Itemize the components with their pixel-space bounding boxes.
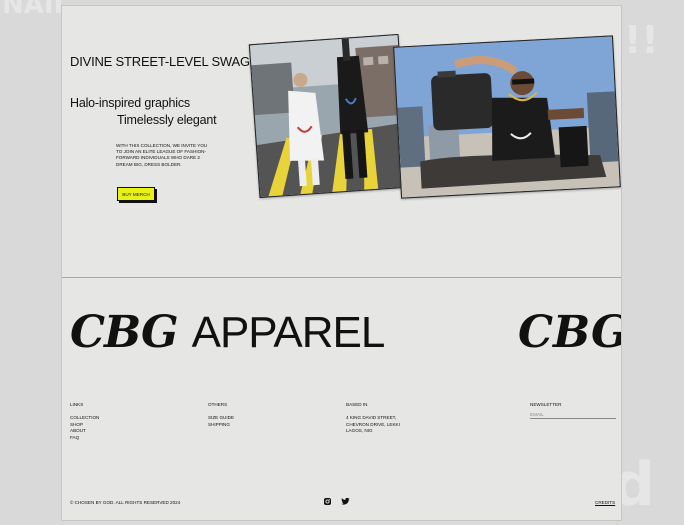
footer-others-column: OTHERS SIZE GUIDE SHIPPING xyxy=(208,402,234,428)
footer-link-collection[interactable]: COLLECTION xyxy=(70,415,99,421)
brand-logo-mark: CBG xyxy=(70,307,179,358)
credits-link[interactable]: CREDITS xyxy=(595,500,615,505)
copyright-text: © CHOSEN BY GOD. ALL RIGHTS RESERVED 202… xyxy=(70,500,181,505)
instagram-icon[interactable] xyxy=(323,497,332,506)
buy-merch-button[interactable]: BUY MERCH xyxy=(117,187,155,201)
footer-link-shipping[interactable]: SHIPPING xyxy=(208,422,234,428)
address-line: LAGOS, NIG xyxy=(346,428,373,434)
address-line: 4 KING DAVID STREET, xyxy=(346,415,397,421)
footer-newsletter-column: NEWSLETTER xyxy=(530,402,616,420)
brand-name: APPAREL xyxy=(191,308,386,357)
footer-link-size-guide[interactable]: SIZE GUIDE xyxy=(208,415,234,421)
brand-wordmark: CBG APPAREL xyxy=(70,307,386,358)
footer-links-heading: LINKS xyxy=(70,402,84,407)
hero-headline: DIVINE STREET-LEVEL SWAGGER xyxy=(70,54,278,69)
lookbook-photo-chair xyxy=(393,35,621,199)
twitter-icon[interactable] xyxy=(341,497,350,506)
footer-based-in-heading: BASED IN xyxy=(346,402,368,407)
lookbook-photo-rooftop xyxy=(248,33,410,199)
ghost-text-top-right: !! xyxy=(624,18,659,62)
footer-links-column: LINKS COLLECTION SHOP ABOUT FAQ xyxy=(70,402,99,441)
footer-link-faq[interactable]: FAQ xyxy=(70,435,99,441)
hero-tagline-1: Halo-inspired graphics xyxy=(70,96,190,110)
hero-blurb: WITH THIS COLLECTION, WE INVITE YOU TO J… xyxy=(116,143,208,167)
ghost-text-top-left: NAII xyxy=(2,0,64,20)
footer-based-in-column: BASED IN 4 KING DAVID STREET, CHEVRON DR… xyxy=(346,402,400,435)
section-divider xyxy=(62,277,621,278)
newsletter-email-input[interactable] xyxy=(530,411,616,420)
footer-newsletter-heading: NEWSLETTER xyxy=(530,402,562,407)
page-frame: DIVINE STREET-LEVEL SWAGGER Halo-inspire… xyxy=(61,5,622,521)
hero-tagline-2: Timelessly elegant xyxy=(117,113,217,127)
footer-others-heading: OTHERS xyxy=(208,402,228,407)
brand-logo-mark-right: CBG xyxy=(518,307,622,358)
